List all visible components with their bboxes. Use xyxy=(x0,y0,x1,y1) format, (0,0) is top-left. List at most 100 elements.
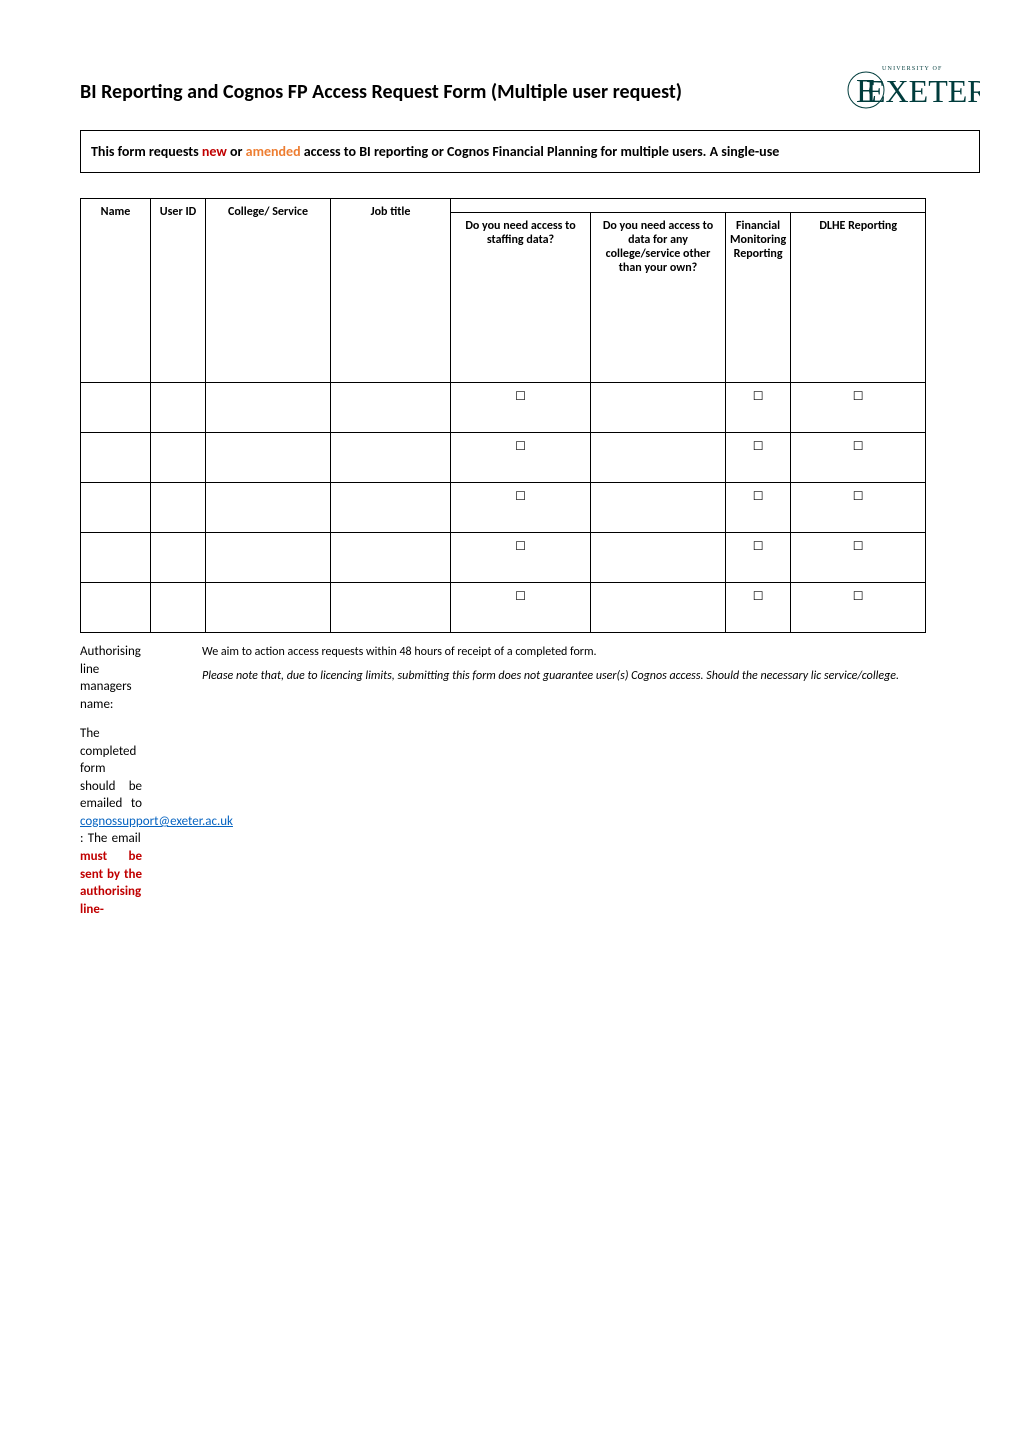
cell-job[interactable] xyxy=(331,483,451,533)
submission-instructions: The completed form should be emailed to … xyxy=(80,725,142,918)
cell-other[interactable] xyxy=(591,383,726,433)
left-instructions-column: Authorising line managers name: The comp… xyxy=(80,643,142,930)
university-logo: UNIVERSITY OF EXETER E xyxy=(840,60,980,110)
name-input[interactable] xyxy=(85,389,146,426)
cell-name[interactable] xyxy=(81,533,151,583)
support-email-link[interactable]: cognossupport@exeter.ac.uk xyxy=(80,814,233,829)
other-input[interactable] xyxy=(595,539,721,576)
cell-dlhe-checkbox[interactable]: ☐ xyxy=(791,433,926,483)
college-input[interactable] xyxy=(210,539,326,576)
cell-job[interactable] xyxy=(331,583,451,633)
intro-prefix: This form requests xyxy=(91,143,202,160)
th-job-title: Job title xyxy=(331,199,451,383)
cell-staffing-checkbox[interactable]: ☐ xyxy=(451,483,591,533)
licence-note: Please note that, due to licencing limit… xyxy=(202,669,980,683)
cell-userid[interactable] xyxy=(151,583,206,633)
table-row: ☐ ☐ ☐ xyxy=(81,533,926,583)
th-college-service: College/ Service xyxy=(206,199,331,383)
cell-fmr-checkbox[interactable]: ☐ xyxy=(726,583,791,633)
table-row: ☐ ☐ ☐ xyxy=(81,433,926,483)
userid-input[interactable] xyxy=(155,439,201,476)
cell-staffing-checkbox[interactable]: ☐ xyxy=(451,433,591,483)
job-input[interactable] xyxy=(335,489,446,526)
cell-fmr-checkbox[interactable]: ☐ xyxy=(726,383,791,433)
cell-other[interactable] xyxy=(591,533,726,583)
must-sent-text: must be sent by the authorising line- xyxy=(80,849,142,917)
cell-college[interactable] xyxy=(206,583,331,633)
access-request-table: Name User ID College/ Service Job title … xyxy=(80,198,926,633)
name-input[interactable] xyxy=(85,489,146,526)
cell-name[interactable] xyxy=(81,433,151,483)
intro-new: new xyxy=(202,143,227,160)
cell-college[interactable] xyxy=(206,383,331,433)
table-row: ☐ ☐ ☐ xyxy=(81,383,926,433)
userid-input[interactable] xyxy=(155,489,201,526)
cell-other[interactable] xyxy=(591,433,726,483)
other-input[interactable] xyxy=(595,439,721,476)
intro-mid: or xyxy=(227,143,246,160)
other-input[interactable] xyxy=(595,589,721,626)
intro-note: This form requests new or amended access… xyxy=(80,130,980,173)
completed-mid: : The email xyxy=(80,831,141,846)
th-staffing: Do you need access to staffing data? xyxy=(451,213,591,383)
cell-job[interactable] xyxy=(331,433,451,483)
th-spacer-top xyxy=(451,199,926,213)
cell-userid[interactable] xyxy=(151,383,206,433)
job-input[interactable] xyxy=(335,439,446,476)
other-input[interactable] xyxy=(595,389,721,426)
cell-fmr-checkbox[interactable]: ☐ xyxy=(726,483,791,533)
cell-dlhe-checkbox[interactable]: ☐ xyxy=(791,383,926,433)
cell-job[interactable] xyxy=(331,533,451,583)
cell-staffing-checkbox[interactable]: ☐ xyxy=(451,583,591,633)
college-input[interactable] xyxy=(210,439,326,476)
th-user-id: User ID xyxy=(151,199,206,383)
cell-userid[interactable] xyxy=(151,433,206,483)
cell-userid[interactable] xyxy=(151,533,206,583)
action-time-note: We aim to action access requests within … xyxy=(202,645,980,659)
cell-fmr-checkbox[interactable]: ☐ xyxy=(726,433,791,483)
logo-main-text: EXETER xyxy=(866,73,980,109)
userid-input[interactable] xyxy=(155,539,201,576)
cell-dlhe-checkbox[interactable]: ☐ xyxy=(791,533,926,583)
cell-other[interactable] xyxy=(591,583,726,633)
cell-name[interactable] xyxy=(81,383,151,433)
job-input[interactable] xyxy=(335,539,446,576)
cell-job[interactable] xyxy=(331,383,451,433)
job-input[interactable] xyxy=(335,589,446,626)
college-input[interactable] xyxy=(210,489,326,526)
name-input[interactable] xyxy=(85,589,146,626)
table-row: ☐ ☐ ☐ xyxy=(81,483,926,533)
userid-input[interactable] xyxy=(155,389,201,426)
cell-fmr-checkbox[interactable]: ☐ xyxy=(726,533,791,583)
intro-suffix: access to BI reporting or Cognos Financi… xyxy=(301,143,780,160)
intro-amended: amended xyxy=(246,143,301,160)
college-input[interactable] xyxy=(210,589,326,626)
svg-text:E: E xyxy=(856,73,877,110)
th-dlhe: DLHE Reporting xyxy=(791,213,926,383)
job-input[interactable] xyxy=(335,389,446,426)
cell-dlhe-checkbox[interactable]: ☐ xyxy=(791,483,926,533)
cell-staffing-checkbox[interactable]: ☐ xyxy=(451,383,591,433)
userid-input[interactable] xyxy=(155,589,201,626)
cell-name[interactable] xyxy=(81,583,151,633)
table-row: ☐ ☐ ☐ xyxy=(81,583,926,633)
right-notes-column: We aim to action access requests within … xyxy=(202,643,980,683)
cell-staffing-checkbox[interactable]: ☐ xyxy=(451,533,591,583)
college-input[interactable] xyxy=(210,389,326,426)
th-fmr: Financial Monitoring Reporting xyxy=(726,213,791,383)
page-title: BI Reporting and Cognos FP Access Reques… xyxy=(80,60,682,104)
cell-college[interactable] xyxy=(206,483,331,533)
other-input[interactable] xyxy=(595,489,721,526)
authorising-manager-label: Authorising line managers name: xyxy=(80,643,142,713)
cell-other[interactable] xyxy=(591,483,726,533)
cell-name[interactable] xyxy=(81,483,151,533)
cell-dlhe-checkbox[interactable]: ☐ xyxy=(791,583,926,633)
cell-userid[interactable] xyxy=(151,483,206,533)
completed-prefix: The completed form should be emailed to xyxy=(80,726,142,811)
cell-college[interactable] xyxy=(206,533,331,583)
name-input[interactable] xyxy=(85,539,146,576)
th-name: Name xyxy=(81,199,151,383)
logo-top-text: UNIVERSITY OF xyxy=(882,66,943,72)
name-input[interactable] xyxy=(85,439,146,476)
cell-college[interactable] xyxy=(206,433,331,483)
